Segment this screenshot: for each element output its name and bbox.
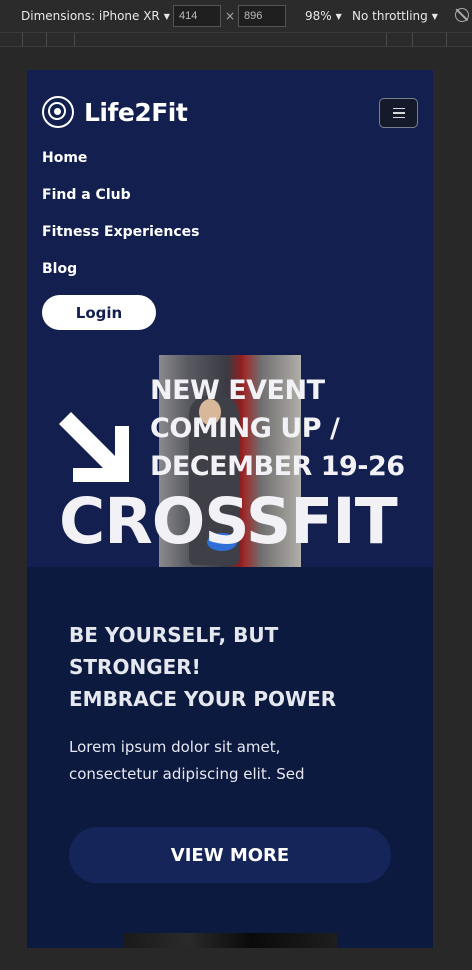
chevron-down-icon: ▼ — [163, 11, 170, 21]
device-select[interactable]: Dimensions: iPhone XR ▼ — [21, 9, 170, 23]
brand-name: Life2Fit — [84, 97, 188, 127]
media-query-bar — [0, 33, 472, 47]
hero-big-title: CROSSFIT — [59, 485, 398, 558]
hamburger-menu-button[interactable] — [379, 98, 418, 128]
arrow-down-right-icon — [59, 412, 129, 482]
device-viewport: Life2Fit Home Find a Club Fitness Experi… — [27, 70, 433, 948]
main-nav: Home Find a Club Fitness Experiences Blo… — [42, 150, 199, 298]
chevron-down-icon: ▼ — [335, 11, 342, 21]
rotate-icon[interactable] — [455, 8, 469, 22]
zoom-label: 98% — [305, 9, 332, 23]
intro-paragraph: Lorem ipsum dolor sit amet, consectetur … — [69, 738, 305, 783]
brand-logo[interactable]: Life2Fit — [42, 96, 188, 128]
throttling-label: No throttling — [352, 9, 428, 23]
tagline-line-2: EMBRACE YOUR POWER — [69, 687, 337, 711]
devtools-device-toolbar: Dimensions: iPhone XR ▼ × 98% ▼ No throt… — [0, 0, 472, 33]
chevron-down-icon: ▼ — [431, 11, 438, 21]
section-image — [124, 933, 337, 948]
zoom-select[interactable]: 98% ▼ — [305, 9, 342, 23]
nav-item-blog[interactable]: Blog — [42, 261, 199, 298]
hero-section: Life2Fit Home Find a Club Fitness Experi… — [27, 70, 433, 567]
times-icon: × — [225, 9, 236, 23]
height-input[interactable] — [238, 5, 286, 27]
hamburger-icon — [392, 107, 405, 110]
view-more-button[interactable]: VIEW MORE — [69, 827, 391, 883]
nav-item-fitness-experiences[interactable]: Fitness Experiences — [42, 224, 199, 261]
tagline-line-1: BE YOURSELF, BUT STRONGER! — [69, 623, 279, 679]
target-icon — [42, 96, 74, 128]
login-button[interactable]: Login — [42, 295, 156, 330]
nav-item-home[interactable]: Home — [42, 150, 199, 187]
nav-item-find-a-club[interactable]: Find a Club — [42, 187, 199, 224]
tagline: BE YOURSELF, BUT STRONGER! EMBRACE YOUR … — [69, 619, 399, 715]
event-title: NEW EVENT COMING UP / DECEMBER 19-26 — [150, 375, 405, 482]
device-label: Dimensions: iPhone XR — [21, 9, 160, 23]
throttling-select[interactable]: No throttling ▼ — [352, 9, 438, 23]
intro-section: BE YOURSELF, BUT STRONGER! EMBRACE YOUR … — [27, 567, 433, 948]
width-input[interactable] — [173, 5, 221, 27]
